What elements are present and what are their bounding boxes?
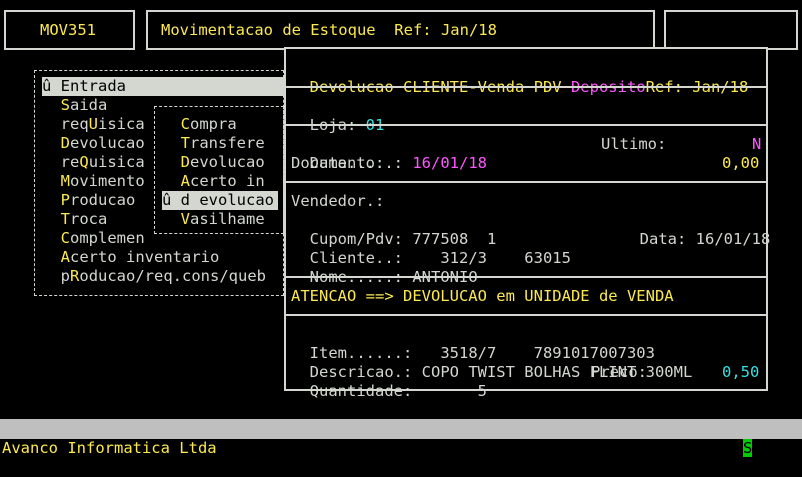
data2-row: Data: 16/01/18 (621, 211, 771, 249)
menu-item-label: roducao (70, 191, 136, 209)
menu-item-label: re (60, 153, 80, 171)
menu-item-label: aida (70, 96, 108, 114)
confirm-input[interactable]: S (743, 439, 753, 457)
menu-item-hotkey: T (60, 210, 71, 228)
ultimo-label: Ultimo: (601, 135, 667, 153)
menu-item-label: ntrada (70, 77, 127, 95)
menu-item-label: certo in (190, 172, 265, 190)
divider (286, 86, 766, 88)
menu-item[interactable]: û Entrada (42, 77, 284, 96)
menu-item-hotkey: P (60, 191, 71, 209)
quantidade-row: Quantidade: 5 (291, 363, 487, 401)
menu-item-label (42, 191, 61, 209)
menu-item-label: û (42, 77, 61, 95)
menu-item-label: p (60, 267, 71, 285)
company-name: Avanco Informatica Ltda (2, 439, 217, 457)
menu-item-label: roca (70, 210, 108, 228)
menu-item-hotkey: R (70, 267, 80, 285)
menu-item-label (42, 96, 61, 114)
menu-item-label: uisica (88, 153, 145, 171)
menu-item-hotkey: U (88, 115, 99, 133)
right-header-box (664, 10, 798, 50)
menu-item-label: oducao/req.cons/queb (79, 267, 266, 285)
menu-item[interactable]: pRoducao/req.cons/queb (42, 267, 284, 286)
data-value[interactable]: 16/01/18 (412, 154, 487, 172)
divider (286, 314, 766, 316)
menu-item-label: req (60, 115, 89, 133)
divider (286, 124, 766, 126)
data2-value[interactable]: 16/01/18 (696, 230, 771, 248)
screen-title: Movimentacao de Estoque Ref: Jan/18 (161, 21, 497, 39)
menu-item[interactable]: Devolucao (162, 153, 278, 172)
sub-menu: Compra Transfere Devolucao Acerto in û d … (162, 115, 279, 229)
menu-item-hotkey: S (60, 96, 71, 114)
menu-item-hotkey: M (60, 172, 71, 190)
confirm-label: Confirma? (649, 439, 743, 457)
menu-item[interactable]: û d evolucao (162, 191, 279, 210)
menu-item-label (42, 153, 61, 171)
menu-item-hotkey: A (180, 172, 191, 190)
program-code: MOV351 (40, 21, 96, 39)
menu-item-label: ransfere (190, 134, 265, 152)
menu-item[interactable]: Compra (162, 115, 278, 134)
menu-item-label: ompra (190, 115, 237, 133)
menu-item-label: omplemen (70, 229, 145, 247)
menu-item-label (42, 115, 61, 133)
menu-item-label: evolucao (70, 134, 145, 152)
menu-item[interactable]: Transfere (162, 134, 278, 153)
warning-message: ATENCAO ==> DEVOLUCAO em UNIDADE de VEND… (291, 287, 674, 305)
menu-item-label (162, 172, 181, 190)
menu-item-label (162, 210, 181, 228)
menu-item-hotkey: T (180, 134, 191, 152)
preco-value[interactable]: 0,50 (722, 363, 759, 382)
menu-item[interactable]: Acerto in (162, 172, 278, 191)
menu-item-label (42, 210, 61, 228)
menu-item-hotkey: E (60, 77, 71, 95)
vendedor-label: Vendedor.: (291, 192, 385, 210)
confirm-options: (S/N) (761, 439, 802, 457)
menu-item[interactable]: Vasilhame (162, 210, 278, 229)
menu-item-hotkey: V (180, 210, 191, 228)
quantidade-label: Quantidade: (309, 382, 422, 400)
menu-item-label (42, 229, 61, 247)
data2-label: Data: (639, 230, 696, 248)
menu-item-label: evolucao (190, 153, 265, 171)
menu-item-label (42, 267, 61, 285)
documento-label: Documento: (291, 154, 385, 172)
menu-item-label: ovimento (70, 172, 145, 190)
preco-label: Preco: (591, 363, 647, 381)
loja-row: Loja: 01 (291, 97, 385, 135)
menu-item-label: û (162, 191, 181, 209)
ultimo-value[interactable]: N (752, 135, 761, 154)
menu-item-hotkey: D (180, 153, 191, 171)
menu-item-hotkey: Q (79, 153, 89, 171)
menu-item-label: asilhame (190, 210, 265, 228)
menu-item-label (42, 248, 61, 266)
menu-item-hotkey: C (180, 115, 191, 133)
confirm-prompt: Confirma? S (S/N) (631, 420, 802, 458)
menu-item-label (162, 115, 181, 133)
menu-item-hotkey: C (60, 229, 71, 247)
menu-item-hotkey: d (180, 191, 191, 209)
menu-item-label (42, 134, 61, 152)
menu-item-hotkey: D (60, 134, 71, 152)
menu-item-label: certo inventario (70, 248, 220, 266)
menu-item-label (42, 172, 61, 190)
menu-item-label: evolucao (190, 191, 275, 209)
divider (286, 181, 766, 183)
dialog-title: Devolucao CLIENTE-Venda PDV DepositoRef:… (291, 59, 749, 97)
divider (286, 276, 766, 278)
quantidade-value[interactable]: 5 (422, 382, 487, 400)
documento-value[interactable]: 0,00 (722, 154, 759, 173)
menu-item-hotkey: A (60, 248, 71, 266)
menu-item-label (162, 153, 181, 171)
menu-item-label (162, 134, 181, 152)
nome-row: Nome.....: ANTONIO (291, 249, 478, 287)
menu-item-label: isica (98, 115, 145, 133)
menu-item[interactable]: Acerto inventario (42, 248, 284, 267)
